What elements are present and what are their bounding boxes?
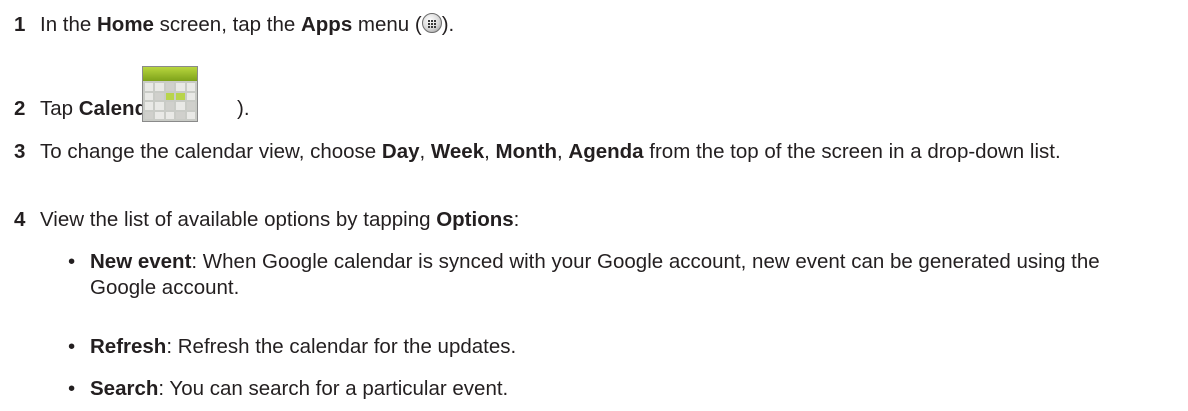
bullet: • [68,335,76,358]
step-number: 2 [14,97,26,120]
step-number: 3 [14,140,26,163]
option-text: Refresh: Refresh the calendar for the up… [90,335,517,358]
step-number: 1 [14,13,26,36]
option-text: Search: You can search for a particular … [90,377,509,400]
calendar-app-icon [142,66,198,122]
option-text: New event: When Google calendar is synce… [90,250,1100,299]
step-text: View the list of available options by ta… [40,208,520,231]
bullet: • [68,250,76,273]
apps-menu-icon [421,13,442,33]
bullet: • [68,377,76,400]
step-number: 4 [14,208,26,231]
step-text: Tap Calendar (). [40,66,1178,122]
step-text: In the Home screen, tap the Apps menu ()… [40,13,455,36]
step-text: To change the calendar view, choose Day,… [40,140,1061,163]
